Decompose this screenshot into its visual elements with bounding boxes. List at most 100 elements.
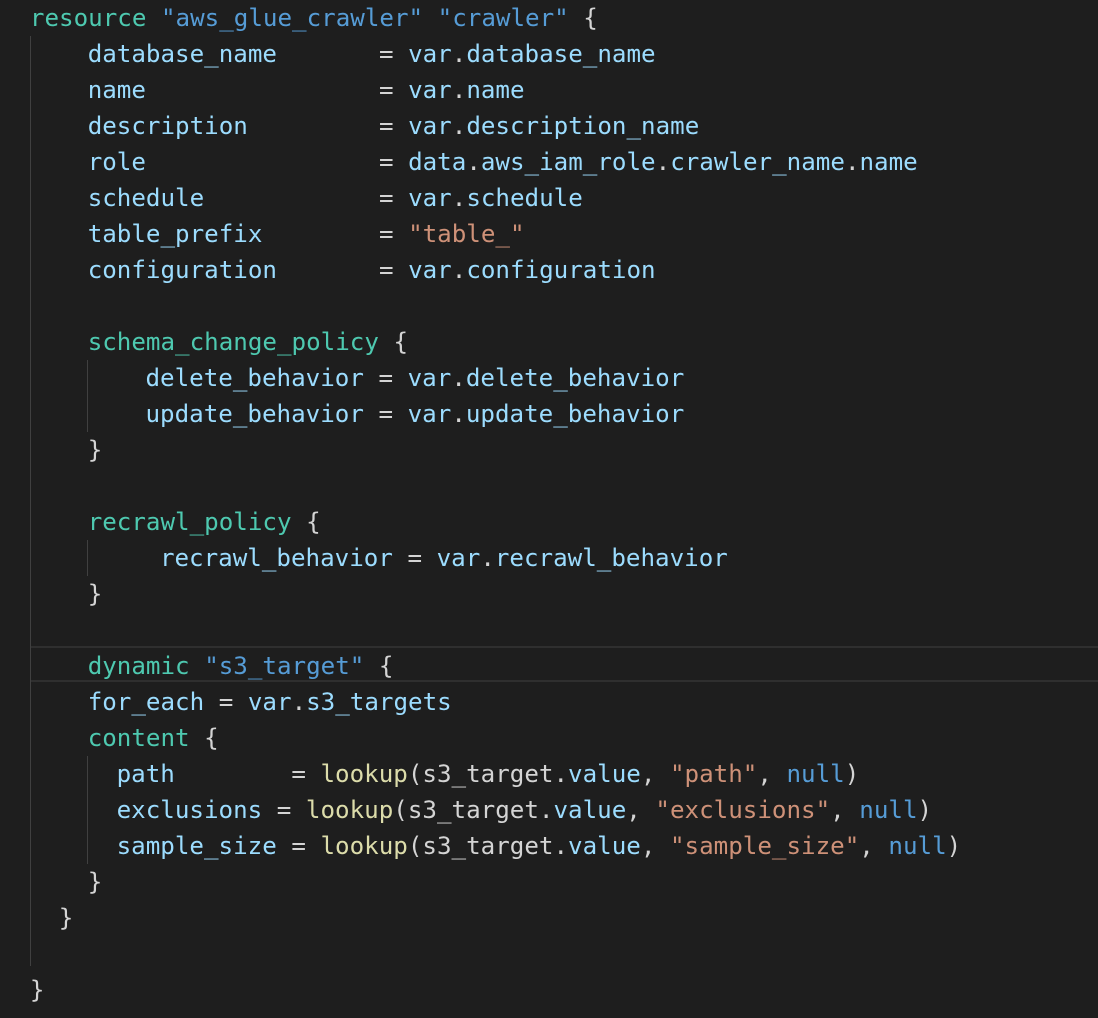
code-token: . xyxy=(451,256,467,284)
code-token: null xyxy=(786,760,845,788)
code-token: , xyxy=(859,832,889,860)
code-line[interactable]: } xyxy=(88,576,103,612)
code-line[interactable]: description = var.description_name xyxy=(88,108,700,144)
code-line[interactable]: recrawl_behavior = var.recrawl_behavior xyxy=(160,540,728,576)
code-token: path xyxy=(116,760,292,788)
code-line[interactable]: schedule = var.schedule xyxy=(88,180,583,216)
code-token: { xyxy=(364,652,394,680)
code-token: name xyxy=(87,76,379,104)
code-token: lookup xyxy=(305,796,394,824)
code-token: . xyxy=(451,364,466,392)
code-token: name xyxy=(859,148,918,176)
code-token: description_name xyxy=(466,112,700,140)
code-token: ( xyxy=(407,832,423,860)
code-line[interactable]: database_name = var.database_name xyxy=(88,36,656,72)
code-line[interactable]: update_behavior = var.update_behavior xyxy=(146,396,685,432)
code-editor[interactable]: resource "aws_glue_crawler" "crawler" {d… xyxy=(0,0,1098,1018)
code-token: var xyxy=(408,184,452,212)
code-line[interactable]: schema_change_policy { xyxy=(88,324,408,360)
code-token: = xyxy=(378,364,408,392)
code-token: content xyxy=(87,724,190,752)
code-token: "s3_target" xyxy=(204,652,365,680)
code-token: sample_size xyxy=(116,832,292,860)
code-token: delete_behavior xyxy=(465,364,685,392)
code-token: var xyxy=(408,40,452,68)
code-token: resource xyxy=(29,4,161,32)
code-token: lookup xyxy=(320,832,408,860)
code-token: var xyxy=(436,544,481,572)
code-token: for_each xyxy=(87,688,219,716)
code-token: ( xyxy=(407,760,423,788)
code-token: configuration xyxy=(87,256,379,284)
code-token: s3_target xyxy=(422,832,554,860)
code-token: var xyxy=(247,688,292,716)
indent-guide-recrawl-policy xyxy=(87,540,88,576)
code-line[interactable]: } xyxy=(59,900,74,936)
code-line[interactable]: for_each = var.s3_targets xyxy=(88,684,452,720)
code-token: "crawler" xyxy=(437,4,569,32)
code-token: = xyxy=(218,688,248,716)
code-token: . xyxy=(451,76,467,104)
code-token: . xyxy=(451,184,467,212)
code-token: update_behavior xyxy=(145,400,379,428)
code-token: . xyxy=(466,148,481,176)
code-token: { xyxy=(189,724,219,752)
code-token: , xyxy=(626,796,656,824)
code-line[interactable]: delete_behavior = var.delete_behavior xyxy=(146,360,685,396)
code-line[interactable]: resource "aws_glue_crawler" "crawler" { xyxy=(30,0,598,36)
code-line[interactable]: recrawl_policy { xyxy=(88,504,321,540)
code-token: delete_behavior xyxy=(145,364,379,392)
code-line[interactable]: role = data.aws_iam_role.crawler_name.na… xyxy=(88,144,918,180)
code-token: = xyxy=(276,796,306,824)
code-token: "exclusions" xyxy=(655,796,831,824)
code-line[interactable]: content { xyxy=(88,720,219,756)
code-token: . xyxy=(451,112,467,140)
code-line[interactable]: name = var.name xyxy=(88,72,525,108)
code-line[interactable]: path = lookup(s3_target.value, "path", n… xyxy=(117,756,860,792)
indent-guide-resource xyxy=(30,36,31,966)
code-token: null xyxy=(859,796,918,824)
code-token: null xyxy=(888,832,947,860)
code-token: } xyxy=(87,580,103,608)
code-token: recrawl_behavior xyxy=(159,544,408,572)
code-line[interactable]: configuration = var.configuration xyxy=(88,252,656,288)
code-token: update_behavior xyxy=(465,400,685,428)
code-line[interactable]: exclusions = lookup(s3_target.value, "ex… xyxy=(117,792,933,828)
code-token: { xyxy=(291,508,321,536)
code-token: var xyxy=(408,256,452,284)
code-token: } xyxy=(58,904,74,932)
code-token: s3_target xyxy=(422,760,554,788)
code-line[interactable]: } xyxy=(88,864,103,900)
code-token: data xyxy=(408,148,467,176)
code-token: database_name xyxy=(466,40,656,68)
code-token: . xyxy=(451,40,467,68)
code-token: configuration xyxy=(466,256,656,284)
code-token: . xyxy=(553,832,569,860)
code-token: } xyxy=(87,868,103,896)
code-token: schedule xyxy=(466,184,583,212)
code-line[interactable]: } xyxy=(88,432,103,468)
code-token: var xyxy=(408,112,452,140)
code-token: name xyxy=(466,76,525,104)
code-token: recrawl_behavior xyxy=(494,544,728,572)
code-token: . xyxy=(480,544,495,572)
code-line[interactable]: dynamic "s3_target" { xyxy=(88,648,394,684)
code-token: . xyxy=(451,400,466,428)
code-line[interactable]: sample_size = lookup(s3_target.value, "s… xyxy=(117,828,962,864)
code-token: , xyxy=(830,796,860,824)
code-token: ( xyxy=(393,796,408,824)
code-token: . xyxy=(655,148,671,176)
indent-guide-content xyxy=(87,756,88,864)
code-line[interactable]: } xyxy=(30,972,45,1008)
code-token: = xyxy=(407,544,437,572)
code-token: = xyxy=(378,148,409,176)
code-token: = xyxy=(378,40,409,68)
code-token: { xyxy=(568,4,598,32)
code-token: = xyxy=(378,76,409,104)
code-token: = xyxy=(378,256,409,284)
indent-guide-schema-change-policy xyxy=(87,360,88,432)
code-token: schema_change_policy xyxy=(87,328,379,356)
code-line[interactable]: table_prefix = "table_" xyxy=(88,216,525,252)
code-token: . xyxy=(291,688,307,716)
